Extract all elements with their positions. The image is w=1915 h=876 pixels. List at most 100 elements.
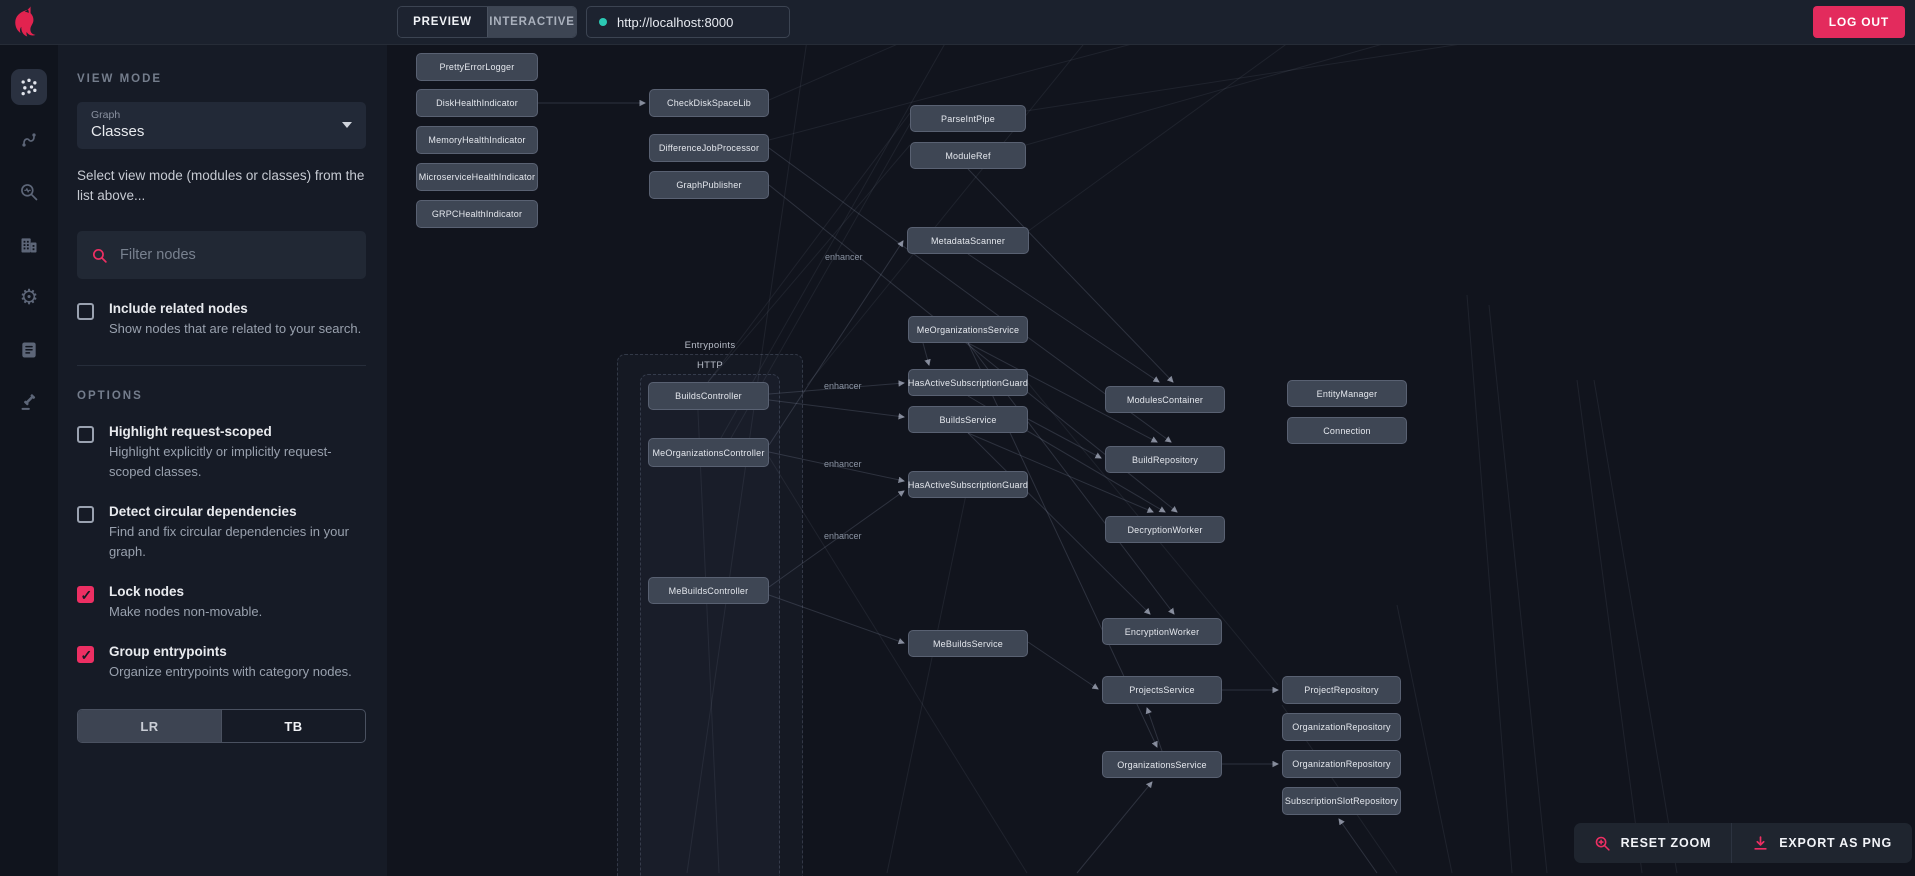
edge-label: enhancer [825,252,863,262]
option-row-detect-circular: Detect circular dependencies Find and fi… [77,504,366,562]
gavel-icon [21,394,36,410]
graph-node[interactable]: OrganizationsService [1102,751,1222,778]
graph-node[interactable]: GraphPublisher [649,171,769,199]
graph-node[interactable]: BuildsService [908,406,1028,433]
graph-node[interactable]: BuildsController [648,382,769,410]
sidebar-item-routes[interactable] [11,122,47,158]
option-title: Detect circular dependencies [109,504,297,519]
filter-nodes-box [77,231,366,279]
graph-node[interactable]: MetadataScanner [907,227,1029,254]
sidebar-item-inspect[interactable] [11,174,47,210]
search-icon [92,248,107,263]
option-row-highlight-request-scoped: Highlight request-scoped Highlight expli… [77,424,366,482]
graph-node[interactable]: PrettyErrorLogger [416,53,538,81]
graph-node[interactable]: EncryptionWorker [1102,618,1222,645]
graph-node[interactable]: SubscriptionSlotRepository [1282,787,1401,815]
gear-icon: ⚙ [19,285,39,309]
canvas-actions: RESET ZOOM EXPORT AS PNG [1573,823,1912,863]
graph-nodes-icon [21,78,37,96]
sidebar-item-settings[interactable]: ⚙ [11,279,47,315]
search-pulse-icon [21,184,38,201]
graph-node[interactable]: DifferenceJobProcessor [649,134,769,162]
url-text: http://localhost:8000 [617,14,734,30]
chevron-down-icon [342,122,352,128]
sidebar-item-audit[interactable] [11,384,47,420]
group-entrypoints-checkbox[interactable] [77,646,94,664]
graph-node[interactable]: DiskHealthIndicator [416,89,538,117]
graph-node[interactable]: Connection [1287,417,1407,444]
graph-canvas[interactable]: Entrypoints HTTP enhancer enhancer enhancer e… [387,45,1915,876]
graph-node[interactable]: CheckDiskSpaceLib [649,89,769,117]
graph-node[interactable]: DecryptionWorker [1105,516,1225,543]
url-field[interactable]: http://localhost:8000 [586,6,790,38]
option-desc: Find and fix circular dependencies in yo… [109,524,349,559]
edge-label: enhancer [824,531,862,541]
reset-zoom-button[interactable]: RESET ZOOM [1574,823,1732,863]
option-title: Group entrypoints [109,644,227,659]
graph-node[interactable]: MeOrganizationsService [908,316,1028,343]
option-title: Lock nodes [109,584,185,599]
building-icon [21,237,37,252]
filter-nodes-input[interactable] [120,247,352,263]
download-icon [1754,835,1767,850]
view-tabs: PREVIEW INTERACTIVE [397,6,577,38]
option-desc: Show nodes that are related to your sear… [109,321,362,336]
graph-node[interactable]: OrganizationRepository [1282,713,1401,741]
graph-node[interactable]: ProjectsService [1102,676,1222,704]
include-related-checkbox[interactable] [77,303,94,320]
detect-circular-checkbox[interactable] [77,506,94,523]
sidebar-item-docs[interactable] [11,332,47,368]
option-row-group-entrypoints: Group entrypoints Organize entrypoints w… [77,644,366,682]
graph-node[interactable]: MemoryHealthIndicator [416,126,538,154]
highlight-request-scoped-checkbox[interactable] [77,426,94,443]
graph-node[interactable]: MeBuildsController [648,577,769,604]
edge-label: enhancer [824,381,862,391]
edge-label: enhancer [824,459,862,469]
sidebar-item-organization[interactable] [11,227,47,263]
icon-rail: ⚙ [0,45,58,876]
graph-node[interactable]: GRPCHealthIndicator [416,200,538,228]
route-icon [22,132,36,147]
direction-toggle-lr[interactable]: LR [78,710,221,742]
graph-node[interactable]: MeOrganizationsController [648,438,769,467]
top-bar: PREVIEW INTERACTIVE http://localhost:800… [0,0,1915,45]
status-dot-icon [599,18,607,26]
option-title: Include related nodes [109,301,248,316]
view-mode-title: VIEW MODE [77,73,163,85]
sidebar-panel: VIEW MODE Graph Classes Select view mode… [58,45,387,876]
graph-node[interactable]: ModulesContainer [1105,386,1225,413]
graph-node[interactable]: HasActiveSubscriptionGuard [908,471,1028,498]
direction-toggle: LR TB [77,709,366,743]
log-out-button[interactable]: LOG OUT [1812,6,1905,38]
graph-node[interactable]: HasActiveSubscriptionGuard [908,369,1028,396]
graph-node[interactable]: ModuleRef [910,142,1026,169]
reset-zoom-label: RESET ZOOM [1620,836,1712,850]
graph-node[interactable]: MeBuildsService [908,630,1028,657]
graph-node[interactable]: ParseIntPipe [910,105,1026,132]
option-desc: Organize entrypoints with category nodes… [109,664,352,679]
include-related-row: Include related nodes Show nodes that ar… [77,301,366,339]
dropdown-value: Classes [91,123,145,140]
sidebar-divider [77,365,366,366]
graph-node[interactable]: BuildRepository [1105,446,1225,473]
sidebar-item-graph[interactable] [11,69,47,105]
view-mode-helper-text: Select view mode (modules or classes) fr… [77,168,365,203]
zoom-in-icon [1595,836,1610,851]
graph-node[interactable]: OrganizationRepository [1282,750,1401,778]
graph-node[interactable]: ProjectRepository [1282,676,1401,704]
graph-mode-select[interactable]: Graph Classes [77,102,366,149]
direction-toggle-tb[interactable]: TB [221,710,365,742]
option-title: Highlight request-scoped [109,424,272,439]
dropdown-label: Graph [91,109,121,121]
tab-preview[interactable]: PREVIEW [398,7,487,37]
option-desc: Highlight explicitly or implicitly reque… [109,444,332,479]
graph-node[interactable]: EntityManager [1287,380,1407,407]
option-desc: Make nodes non-movable. [109,604,263,619]
export-png-label: EXPORT AS PNG [1779,836,1892,850]
lock-nodes-checkbox[interactable] [77,586,94,604]
tab-interactive[interactable]: INTERACTIVE [487,7,576,37]
graph-node[interactable]: MicroserviceHealthIndicator [416,163,538,191]
export-png-button[interactable]: EXPORT AS PNG [1731,823,1912,863]
document-icon [22,342,36,357]
nestjs-logo-icon [15,6,36,37]
